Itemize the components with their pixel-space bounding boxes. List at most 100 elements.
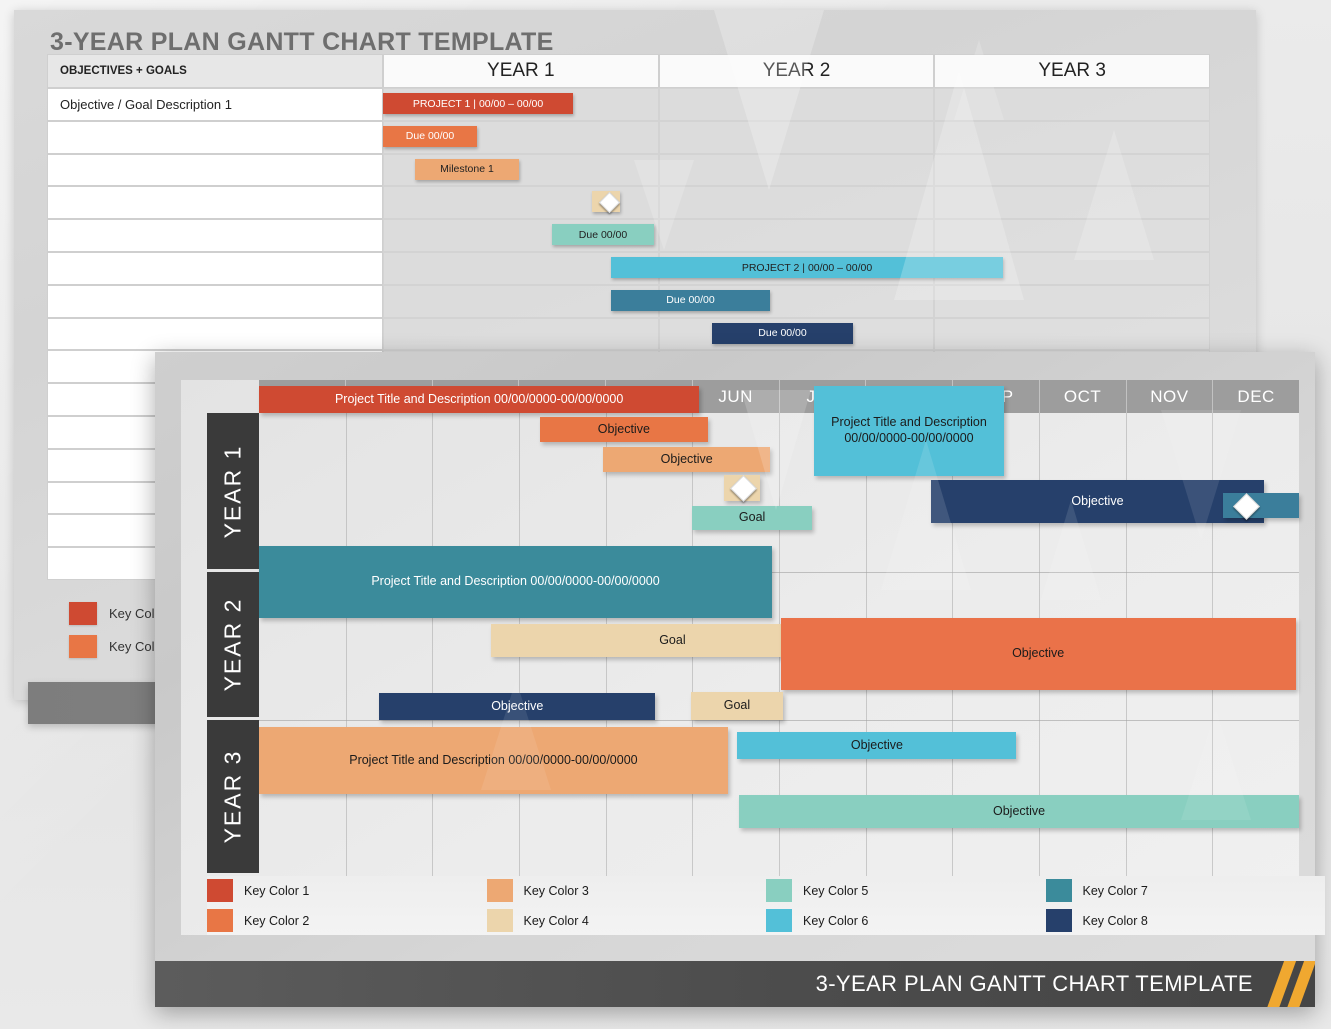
front-legend-column: Key Color 1 Key Color 2	[207, 876, 487, 936]
year3-goal-1[interactable]: Goal	[690, 692, 784, 720]
front-legend-label: Key Color 3	[523, 883, 589, 898]
back-grid-cell[interactable]	[658, 219, 935, 252]
back-table-row	[47, 153, 1211, 187]
front-document-footer: 3-YEAR PLAN GANTT CHART TEMPLATE	[155, 961, 1315, 1007]
front-legend-label: Key Color 1	[244, 883, 310, 898]
back-objective-cell[interactable]	[47, 120, 383, 154]
year-label-text: YEAR 3	[219, 749, 246, 844]
back-grid-cell[interactable]	[383, 251, 659, 285]
front-legend-item: Key Color 3	[486, 876, 767, 906]
back-document-title: 3-YEAR PLAN GANTT CHART TEMPLATE	[50, 28, 554, 56]
back-grid-cell[interactable]	[383, 88, 659, 121]
year1-objective-1-label: Objective	[597, 421, 650, 436]
front-legend-item: Key Color 6	[766, 906, 1046, 936]
watermark-triangle-icon	[714, 10, 824, 190]
month-header-dec[interactable]: DEC	[1213, 380, 1299, 413]
front-legend-swatch	[1045, 909, 1072, 932]
year1-objective-1[interactable]: Objective	[539, 417, 708, 442]
back-objective-cell[interactable]: Objective / Goal Description 1	[47, 88, 383, 121]
year2-goal-1-label: Goal	[659, 632, 686, 647]
back-legend-swatch	[69, 635, 97, 658]
back-grid-cell[interactable]	[658, 186, 935, 220]
back-grid-cell[interactable]	[383, 284, 659, 318]
back-legend-swatch	[69, 602, 97, 625]
watermark-triangle-icon	[1161, 410, 1241, 540]
front-legend-item: Key Color 2	[207, 906, 487, 936]
year-label-text: YEAR 2	[219, 597, 246, 692]
year-label-3: YEAR 3	[207, 720, 259, 873]
year1-project-1-label: Project Title and Description 00/00/0000…	[334, 391, 624, 406]
back-objective-cell[interactable]	[47, 251, 383, 285]
year3-objective-2[interactable]: Objective	[737, 732, 1017, 759]
year-label-1: YEAR 1	[207, 413, 259, 569]
back-year-header-1: YEAR 1	[383, 54, 659, 88]
back-table-row	[47, 251, 1211, 285]
back-grid-cell[interactable]	[934, 317, 1211, 351]
front-legend-column: Key Color 5 Key Color 6	[766, 876, 1046, 936]
front-legend-label: Key Color 6	[803, 913, 869, 928]
front-legend-column: Key Color 7 Key Color 8	[1045, 876, 1326, 936]
front-legend-swatch	[207, 879, 233, 902]
year2-project-1[interactable]: Project Title and Description 00/00/0000…	[259, 546, 773, 618]
watermark-triangle-icon	[1181, 710, 1251, 820]
back-objective-cell[interactable]	[47, 186, 383, 220]
front-legend-item: Key Color 4	[486, 906, 767, 936]
front-legend-swatch	[766, 879, 792, 902]
back-grid-cell[interactable]	[658, 284, 935, 318]
back-table-row	[47, 120, 1211, 154]
back-grid-cell[interactable]	[383, 120, 659, 154]
watermark-triangle-icon	[954, 40, 1004, 120]
year-label-text: YEAR 1	[219, 444, 246, 538]
year2-project-1-label: Project Title and Description 00/00/0000…	[371, 574, 660, 589]
front-legend-item: Key Color 1	[207, 876, 487, 906]
year2-objective-1[interactable]: Objective	[780, 618, 1296, 690]
back-table-row	[47, 317, 1211, 351]
back-objective-cell[interactable]	[47, 284, 383, 318]
back-grid-cell[interactable]	[383, 153, 659, 187]
watermark-triangle-icon	[881, 440, 971, 590]
back-objective-cell[interactable]	[47, 317, 383, 351]
front-legend-swatch	[486, 909, 513, 932]
front-legend-label: Key Color 2	[244, 913, 310, 928]
front-legend-item: Key Color 8	[1045, 906, 1326, 936]
year1-project-1[interactable]: Project Title and Description 00/00/0000…	[259, 386, 700, 413]
watermark-triangle-icon	[634, 160, 694, 250]
year1-objective-2-label: Objective	[660, 451, 713, 466]
back-objective-cell[interactable]	[47, 153, 383, 187]
front-legend-swatch	[207, 909, 233, 932]
front-document: JANFEBMARAPRMAYJUNJULAUGSEPOCTNOVDEC Pro…	[155, 352, 1325, 1007]
back-grid-cell[interactable]	[383, 186, 659, 220]
back-table-row	[47, 186, 1211, 220]
back-table-row	[47, 219, 1211, 252]
watermark-triangle-icon	[1041, 500, 1101, 600]
back-grid-cell[interactable]	[383, 317, 659, 351]
watermark-triangle-icon	[741, 390, 811, 510]
back-objectives-header: OBJECTIVES + GOALS	[47, 54, 383, 88]
back-table-row: Objective / Goal Description 1	[47, 88, 1211, 121]
back-table-header-row: OBJECTIVES + GOALS YEAR 1 YEAR 2 YEAR 3	[47, 54, 1211, 88]
front-legend-label: Key Color 7	[1082, 883, 1148, 898]
back-grid-cell[interactable]	[658, 251, 935, 285]
year-label-2: YEAR 2	[207, 572, 259, 717]
back-objective-cell[interactable]	[47, 219, 383, 252]
front-legend-swatch	[486, 879, 513, 902]
front-legend-label: Key Color 5	[803, 883, 869, 898]
back-grid-cell[interactable]	[658, 317, 935, 351]
watermark-triangle-icon	[481, 680, 551, 790]
front-legend-column: Key Color 3 Key Color 4	[486, 876, 767, 936]
front-legend-label: Key Color 4	[523, 913, 589, 928]
back-grid-cell[interactable]	[383, 219, 659, 252]
front-legend-swatch	[1045, 879, 1072, 902]
front-legend-label: Key Color 8	[1082, 913, 1148, 928]
year1-goal-1-label: Goal	[738, 510, 766, 525]
month-header-oct[interactable]: OCT	[1039, 380, 1127, 413]
month-header-nov[interactable]: NOV	[1126, 380, 1214, 413]
year3-objective-3-label: Objective	[993, 803, 1046, 818]
year3-objective-2-label: Objective	[850, 737, 903, 752]
front-chart-panel: JANFEBMARAPRMAYJUNJULAUGSEPOCTNOVDEC Pro…	[181, 380, 1325, 936]
front-legend-item: Key Color 7	[1045, 876, 1326, 906]
year3-goal-1-label: Goal	[723, 698, 751, 713]
back-table-row	[47, 284, 1211, 318]
front-legend-swatch	[766, 909, 792, 932]
watermark-triangle-icon	[1074, 130, 1154, 260]
